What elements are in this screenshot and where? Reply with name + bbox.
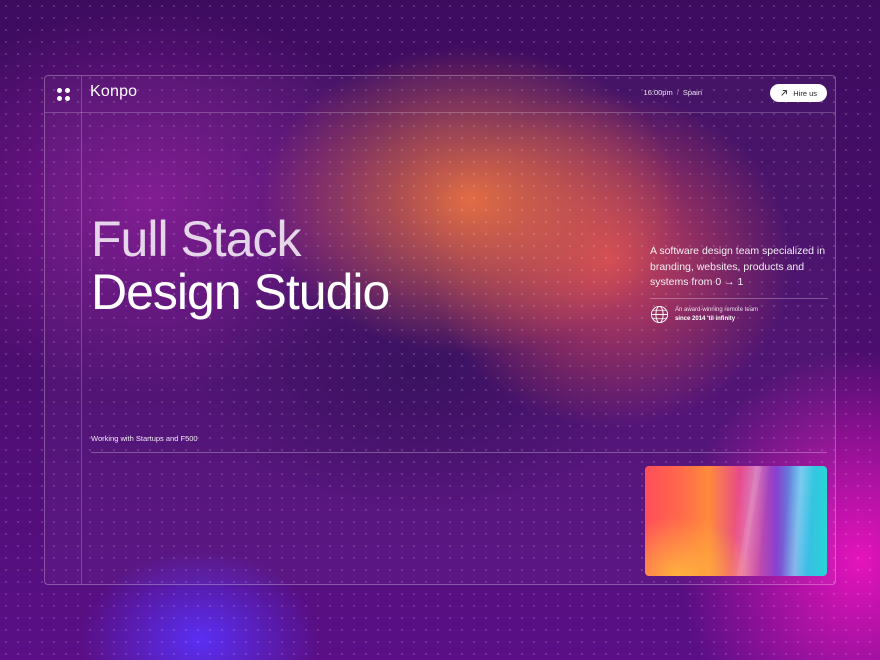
headline-line-1: Full Stack — [91, 211, 302, 267]
showcase-thumbnail[interactable] — [645, 466, 827, 576]
hero-headline: Full Stack Design Studio — [91, 211, 390, 320]
left-column-divider — [81, 76, 82, 584]
globe-icon — [650, 305, 669, 324]
logo[interactable]: Konpo — [90, 83, 137, 101]
time-separator: / — [676, 88, 679, 97]
description-divider — [650, 298, 828, 299]
section-divider — [91, 452, 827, 453]
thumbnail-sheen-2 — [781, 466, 815, 576]
award-text: An award-winning remote team since 2014 … — [675, 306, 758, 323]
award-line-2: since 2014 'til infinity — [675, 315, 736, 322]
award-badge: An award-winning remote team since 2014 … — [650, 305, 758, 324]
headline-line-2: Design Studio — [91, 264, 390, 320]
time-text: 16:00pm — [643, 88, 673, 97]
clients-note: Working with Startups and F500 — [91, 434, 198, 443]
hire-us-button[interactable]: Hire us — [770, 84, 827, 102]
local-time: 16:00pm / Spain — [644, 88, 702, 97]
thumbnail-sheen-1 — [729, 466, 771, 576]
location-text: Spain — [682, 88, 702, 97]
menu-button[interactable] — [45, 76, 81, 112]
page-frame: Konpo 16:00pm / Spain Hire us Full Stack D… — [44, 75, 836, 585]
menu-dots-icon — [56, 87, 70, 101]
arrow-up-right-icon — [781, 90, 788, 96]
hero-description: A software design team specialized in br… — [650, 245, 826, 288]
top-bar — [45, 76, 835, 113]
hire-us-label: Hire us — [793, 88, 817, 98]
award-line-1: An award-winning remote team — [675, 307, 759, 313]
